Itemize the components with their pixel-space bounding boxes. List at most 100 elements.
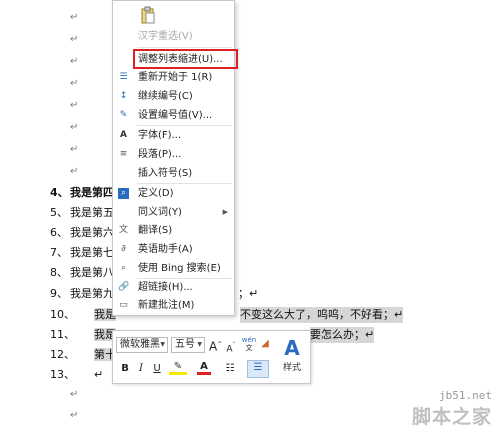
list-item[interactable]: 10、 我是 — [50, 307, 116, 323]
chevron-down-icon: ▼ — [197, 341, 202, 348]
list-item[interactable]: 9、 我是第九 — [50, 286, 114, 302]
shrink-font-button[interactable]: Aˇ — [225, 339, 237, 356]
font-name-value: 微软雅黑 — [120, 339, 160, 350]
paragraph-mark: ↵ — [70, 389, 79, 400]
chevron-down-icon: ▼ — [160, 341, 165, 348]
font-name-select[interactable]: 微软雅黑 ▼ — [116, 337, 168, 353]
list-text: 我是第四 — [70, 186, 114, 199]
bold-icon: B — [121, 363, 129, 374]
list-number: 8、 — [50, 266, 68, 279]
list-number: 12、 — [50, 348, 75, 361]
menu-item-synonyms[interactable]: 同义词(Y) ▶ — [113, 204, 234, 221]
context-menu: 汉字重选(V) 调整列表缩进(U)... ☰ 重新开始于 1(R) ↕ 继续编号… — [112, 0, 238, 316]
menu-item-restart-numbering[interactable]: ☰ 重新开始于 1(R) — [113, 69, 234, 86]
highlighter-icon: ✎ — [173, 361, 183, 372]
menu-separator — [137, 47, 232, 48]
translate-icon: 文 — [118, 225, 128, 235]
list-item[interactable]: 5、 我是第五 — [50, 205, 114, 221]
list-item[interactable]: 7、 我是第七 — [50, 245, 114, 261]
phonetic-text: wén — [241, 336, 257, 344]
italic-icon: I — [139, 363, 143, 374]
list-number: 4、 — [50, 186, 69, 199]
font-color-icon: A — [200, 361, 208, 372]
continue-numbering-icon: ↕ — [119, 91, 128, 101]
menu-separator — [137, 183, 232, 184]
paragraph-mark: ↵ — [70, 34, 79, 45]
paragraph-mark: ↵ — [70, 12, 79, 23]
styles-icon: A — [284, 336, 300, 360]
menu-item-label: 字体(F)... — [138, 130, 182, 141]
menu-item-label: 重新开始于 1(R) — [138, 72, 213, 83]
set-numbering-value-icon: ✎ — [119, 110, 128, 120]
styles-label: 样式 — [282, 363, 301, 373]
list-text: 我是第七 — [70, 246, 114, 259]
menu-item-new-comment[interactable]: ▭ 新建批注(M) — [113, 297, 234, 314]
menu-item-continue-numbering[interactable]: ↕ 继续编号(C) — [113, 88, 234, 105]
list-text: 我是第五 — [70, 206, 114, 219]
menu-item-bing-search[interactable]: ⌕ 使用 Bing 搜索(E) — [113, 260, 234, 277]
menu-separator — [137, 125, 232, 126]
menu-item-hyperlink[interactable]: 🔗 超链接(H)... — [113, 279, 234, 296]
italic-button[interactable]: I — [135, 362, 147, 376]
highlight-color-swatch — [169, 372, 187, 375]
underline-button[interactable]: U — [151, 362, 163, 376]
menu-item-set-numbering-value[interactable]: ✎ 设置编号值(V)... — [113, 107, 234, 124]
submenu-arrow-icon: ▶ — [222, 208, 228, 216]
define-icon: ⌕ — [118, 188, 129, 199]
new-comment-icon: ▭ — [119, 300, 128, 310]
menu-item-define[interactable]: ⌕ 定义(D) — [113, 185, 234, 202]
menu-item-label: 新建批注(M) — [138, 300, 195, 311]
bullets-button[interactable]: ☷ — [221, 362, 239, 376]
menu-item-label: 继续编号(C) — [138, 91, 193, 102]
menu-item-label: 汉字重选(V) — [138, 31, 193, 42]
menu-item-english-assistant[interactable]: ∂ 英语助手(A) — [113, 241, 234, 258]
paste-option-icon[interactable] — [141, 6, 155, 24]
list-text: 我是第九 — [70, 287, 114, 300]
menu-item-label: 段落(P)... — [138, 149, 182, 160]
menu-item-label: 使用 Bing 搜索(E) — [138, 263, 221, 274]
paragraph-mark: ↵ — [70, 122, 79, 133]
english-assistant-icon: ∂ — [121, 244, 126, 254]
font-size-select[interactable]: 五号 ▼ — [171, 337, 205, 353]
menu-item-label: 定义(D) — [138, 188, 174, 199]
bold-button[interactable]: B — [119, 362, 131, 376]
styles-button[interactable]: A 样式 — [277, 336, 307, 380]
grow-font-button[interactable]: A^ — [209, 338, 222, 355]
mini-toolbar: 微软雅黑 ▼ 五号 ▼ A^ Aˇ wén 文 ◢ A 样式 B I U ✎ A … — [112, 330, 311, 384]
list-item[interactable]: 12、 第十 — [50, 347, 116, 363]
highlight-color-button[interactable]: ✎ — [169, 360, 187, 375]
grow-font-icon: A — [209, 339, 218, 354]
menu-item-translate[interactable]: 文 翻译(S) — [113, 222, 234, 239]
font-color-swatch — [197, 372, 211, 375]
menu-item-label: 设置编号值(V)... — [138, 110, 213, 121]
clear-format-button[interactable]: ◢ — [259, 337, 271, 351]
paragraph-icon: ≡ — [119, 149, 128, 159]
paragraph-mark: ↵ — [70, 410, 79, 421]
list-item[interactable]: 6、 我是第六 — [50, 225, 114, 241]
menu-item-insert-symbol[interactable]: 插入符号(S) — [113, 165, 234, 182]
menu-item-paragraph[interactable]: ≡ 段落(P)... — [113, 146, 234, 163]
numbering-button[interactable]: ☰ — [247, 360, 269, 378]
menu-item-label: 插入符号(S) — [138, 168, 193, 179]
restart-numbering-icon: ☰ — [119, 72, 128, 82]
list-item[interactable]: 4、我是第四 — [50, 185, 114, 201]
list-number: 11、 — [50, 328, 75, 341]
underline-icon: U — [153, 363, 161, 374]
paragraph-mark: ↵ — [70, 166, 79, 177]
menu-item-label: 翻译(S) — [138, 225, 173, 236]
font-size-value: 五号 — [175, 339, 195, 350]
font-color-button[interactable]: A — [197, 360, 211, 375]
list-item[interactable]: 11、 我是 — [50, 327, 116, 343]
watermark-url: jb51.net — [439, 389, 492, 402]
list-item[interactable]: 13、 ↵ — [50, 367, 103, 383]
phonetic-guide-button[interactable]: wén 文 — [241, 336, 257, 352]
list-number: 13、 — [50, 368, 75, 381]
menu-item-hanzi-reselect[interactable]: 汉字重选(V) — [113, 28, 234, 45]
watermark-text: 脚本之家 — [411, 406, 492, 428]
list-number: 5、 — [50, 206, 68, 219]
menu-item-font[interactable]: A 字体(F)... — [113, 127, 234, 144]
paragraph-mark: ↵ — [70, 100, 79, 111]
highlight-box — [133, 49, 238, 69]
bing-search-icon: ⌕ — [120, 263, 127, 273]
list-item[interactable]: 8、 我是第八 — [50, 265, 114, 281]
